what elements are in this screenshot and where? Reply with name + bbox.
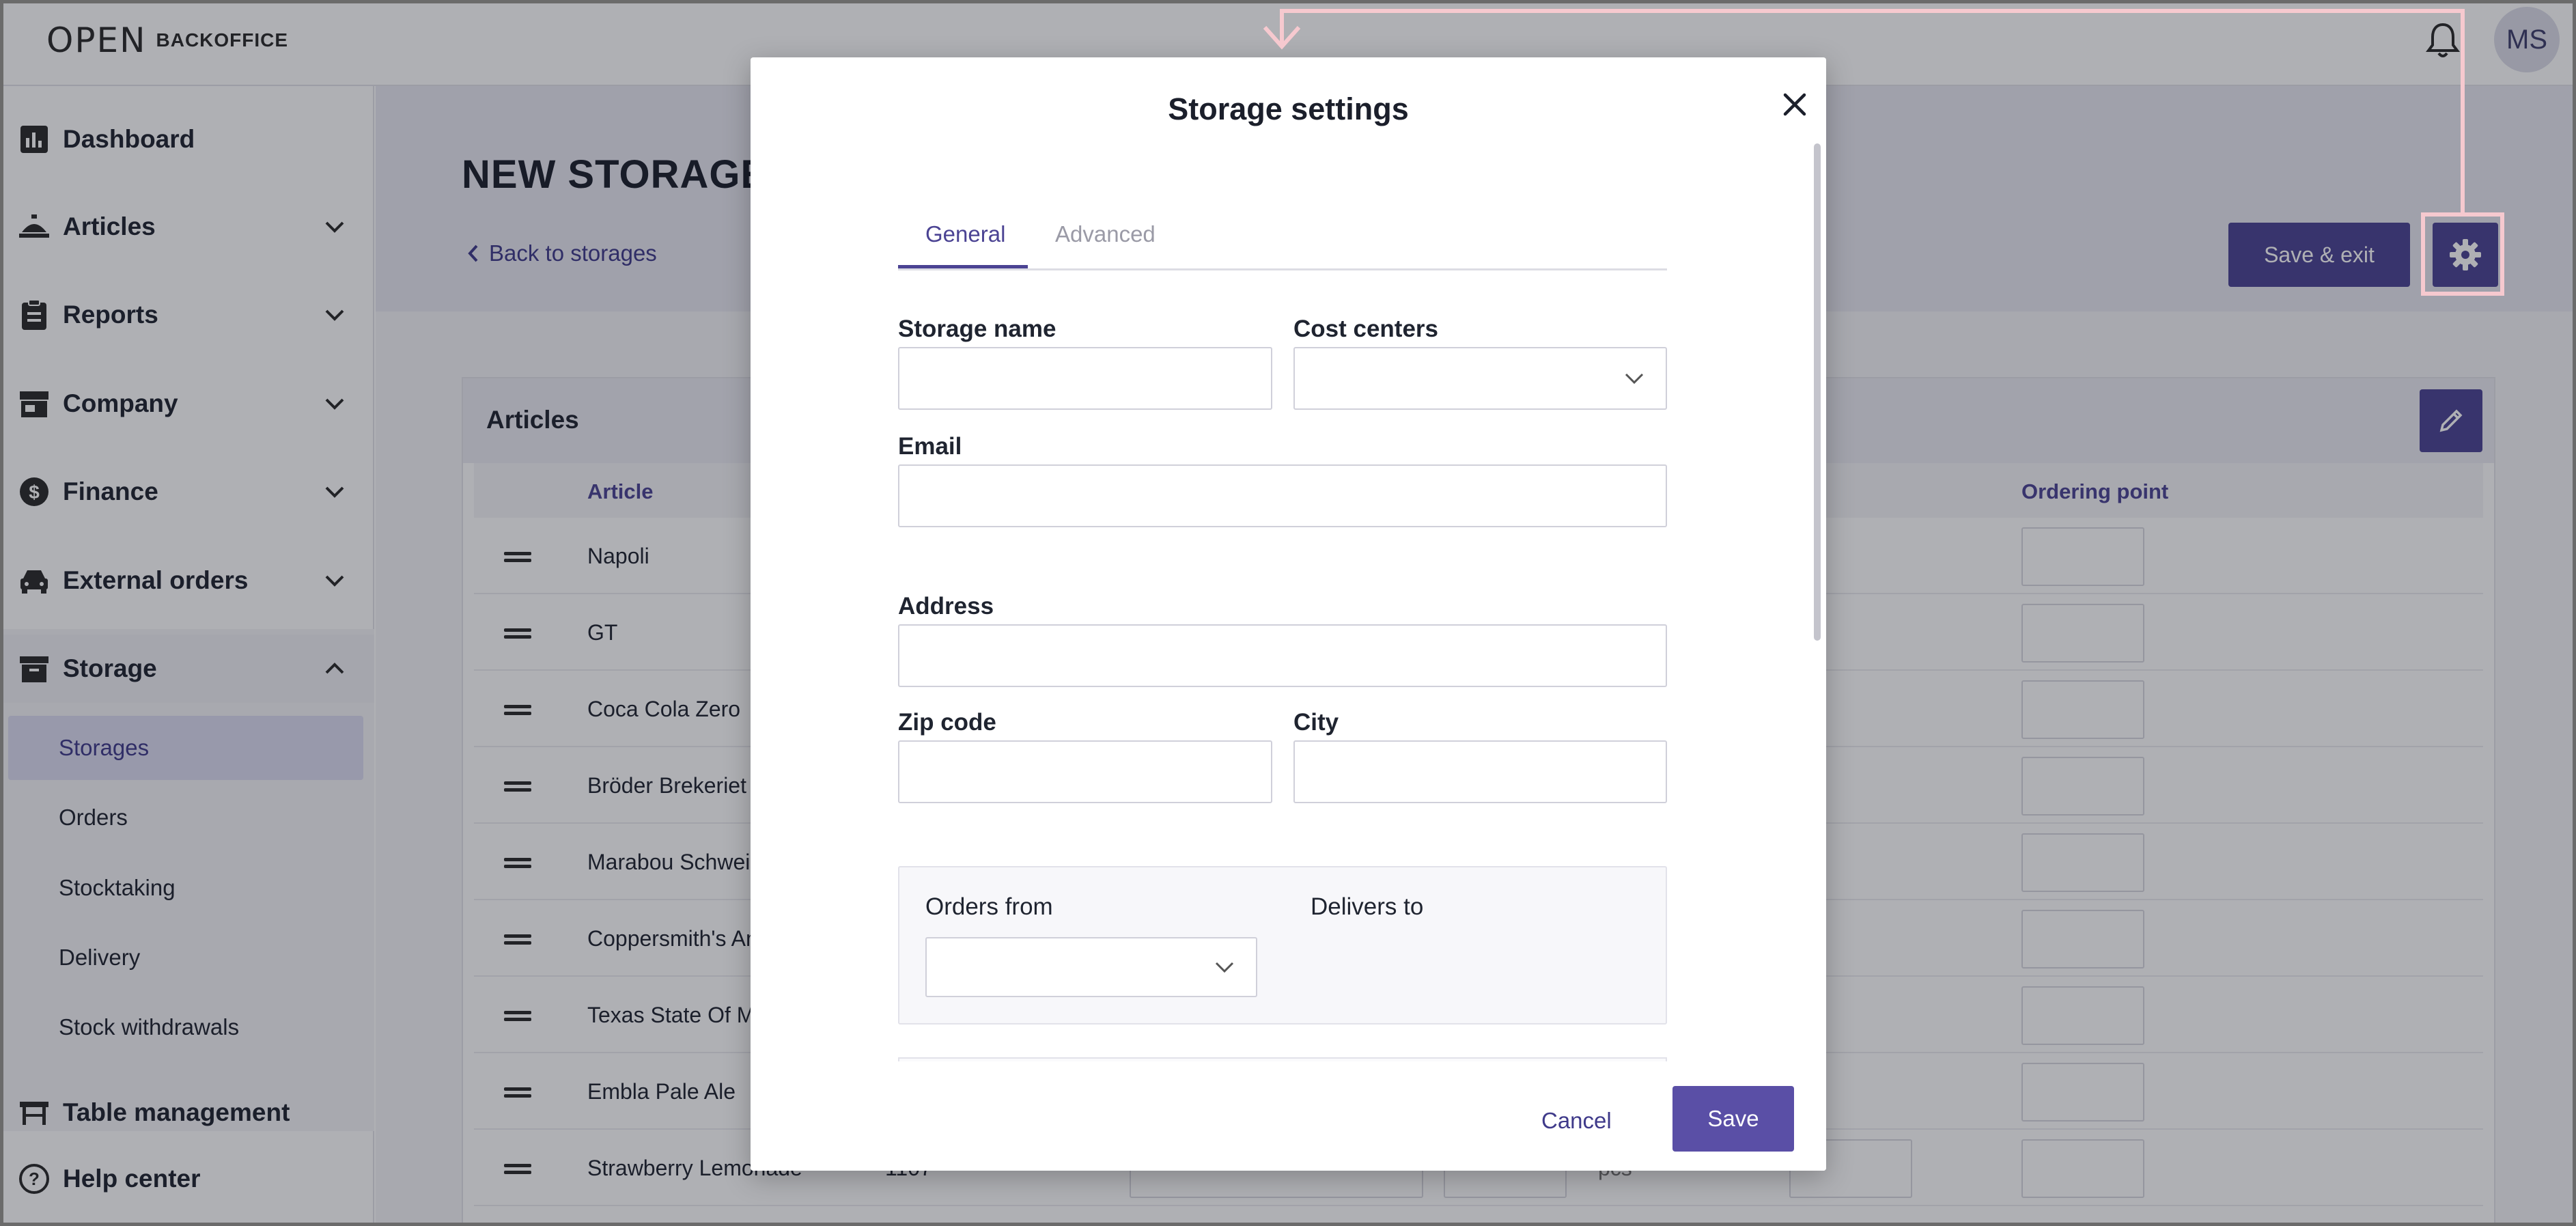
address-input[interactable]: [898, 624, 1667, 687]
close-button[interactable]: [1775, 85, 1815, 124]
cancel-button[interactable]: Cancel: [1541, 1108, 1612, 1134]
storage-name-label: Storage name: [898, 316, 1056, 342]
address-label: Address: [898, 593, 994, 619]
chevron-down-icon: [1622, 366, 1647, 391]
zip-code-input[interactable]: [898, 740, 1272, 803]
tab-general[interactable]: General: [925, 221, 1005, 247]
city-input[interactable]: [1293, 740, 1667, 803]
orders-from-label: Orders from: [925, 893, 1053, 920]
modal-footer: Cancel Save: [751, 1061, 1826, 1171]
storage-settings-modal: Storage settings General Advanced Storag…: [751, 57, 1826, 1171]
chevron-down-icon: [1212, 955, 1237, 979]
delivers-to-label: Delivers to: [1311, 893, 1424, 920]
city-label: City: [1293, 709, 1339, 736]
save-button[interactable]: Save: [1672, 1086, 1794, 1152]
modal-title: Storage settings: [1168, 92, 1409, 126]
modal-tabs: General Advanced: [898, 206, 1667, 270]
storage-name-input[interactable]: [898, 347, 1272, 410]
email-label: Email: [898, 433, 962, 460]
cost-centers-select[interactable]: [1293, 347, 1667, 410]
email-input[interactable]: [898, 464, 1667, 527]
zip-code-label: Zip code: [898, 709, 996, 736]
cost-centers-label: Cost centers: [1293, 316, 1439, 342]
close-icon: [1783, 93, 1806, 116]
orders-delivery-section: Orders from Delivers to: [898, 866, 1667, 1025]
modal-scrollbar-thumb[interactable]: [1814, 143, 1821, 641]
orders-from-select[interactable]: [925, 937, 1257, 997]
active-tab-indicator: [898, 265, 1028, 268]
settings-button-highlight: [2421, 212, 2504, 296]
tab-advanced[interactable]: Advanced: [1055, 221, 1156, 247]
